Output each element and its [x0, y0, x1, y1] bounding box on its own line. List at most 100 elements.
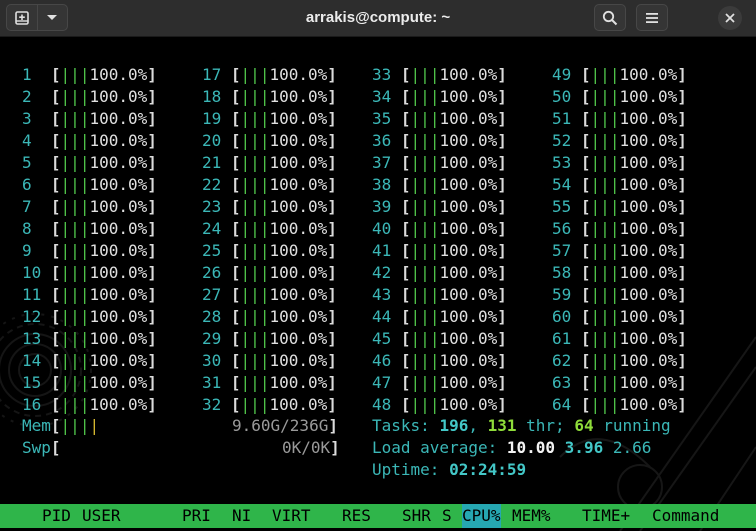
cpu-percent: 100.0% [89, 373, 148, 392]
menu-button[interactable] [636, 4, 668, 31]
cpu-meter: 57 [|||100.0%] [552, 241, 687, 260]
cpu-meter: 30 [|||100.0%] [202, 351, 337, 370]
cpu-bar: ||| [60, 307, 90, 326]
col-virt[interactable]: VIRT [272, 504, 311, 528]
cpu-percent: 100.0% [269, 395, 328, 414]
cpu-id: 15 [22, 373, 42, 392]
col-pri[interactable]: PRI [182, 504, 211, 528]
cpu-meter: 21 [|||100.0%] [202, 153, 337, 172]
cpu-id: 59 [552, 285, 572, 304]
cpu-bar: ||| [240, 395, 270, 414]
cpu-id: 7 [22, 197, 32, 216]
col-ni[interactable]: NI [232, 504, 251, 528]
cpu-id: 50 [552, 87, 572, 106]
cpu-meter: 32 [|||100.0%] [202, 395, 337, 414]
close-button[interactable] [718, 6, 742, 30]
cpu-bar: ||| [60, 263, 90, 282]
cpu-percent: 100.0% [619, 65, 678, 84]
col-command[interactable]: Command [652, 504, 719, 528]
cpu-meter: 61 [|||100.0%] [552, 329, 687, 348]
cpu-id: 21 [202, 153, 222, 172]
cpu-id: 64 [552, 395, 572, 414]
cpu-meter: 38 [|||100.0%] [372, 175, 507, 194]
col-mem[interactable]: MEM% [512, 504, 551, 528]
cpu-percent: 100.0% [269, 197, 328, 216]
cpu-meter: 15 [|||100.0%] [22, 373, 157, 392]
terminal[interactable]: 1 [|||100.0%] 2 [|||100.0%] 3 [|||100.0%] 4… [0, 37, 756, 531]
cpu-id: 26 [202, 263, 222, 282]
cpu-meter: 11 [|||100.0%] [22, 285, 157, 304]
col-res[interactable]: RES [342, 504, 371, 528]
cpu-percent: 100.0% [89, 329, 148, 348]
cpu-bar: ||| [590, 175, 620, 194]
threads-count: 131 [487, 416, 517, 435]
col-user[interactable]: USER [82, 504, 121, 528]
cpu-bar: ||| [60, 131, 90, 150]
cpu-percent: 100.0% [89, 87, 148, 106]
cpu-id: 49 [552, 65, 572, 84]
cpu-meter: 48 [|||100.0%] [372, 395, 507, 414]
search-icon [602, 10, 618, 25]
cpu-percent: 100.0% [269, 263, 328, 282]
cpu-meter: 52 [|||100.0%] [552, 131, 687, 150]
cpu-bar: ||| [410, 263, 440, 282]
swp-value: 0K/0K] [282, 438, 340, 457]
cpu-percent: 100.0% [439, 65, 498, 84]
cpu-bar: ||| [240, 87, 270, 106]
col-time[interactable]: TIME+ [582, 504, 630, 528]
cpu-percent: 100.0% [269, 109, 328, 128]
cpu-percent: 100.0% [89, 351, 148, 370]
cpu-bar: ||| [590, 219, 620, 238]
cpu-id: 61 [552, 329, 572, 348]
cpu-meter: 9 [|||100.0%] [22, 241, 157, 260]
cpu-percent: 100.0% [269, 65, 328, 84]
load-average-line: Load average: 10.00 3.96 2.66 [372, 438, 652, 457]
cpu-percent: 100.0% [269, 351, 328, 370]
cpu-id: 9 [22, 241, 32, 260]
cpu-id: 24 [202, 219, 222, 238]
cpu-percent: 100.0% [439, 351, 498, 370]
load-15: 2.66 [612, 438, 652, 457]
cpu-percent: 100.0% [269, 153, 328, 172]
cpu-meter: 51 [|||100.0%] [552, 109, 687, 128]
col-state[interactable]: S [442, 504, 452, 528]
cpu-id: 53 [552, 153, 572, 172]
cpu-id: 23 [202, 197, 222, 216]
cpu-id: 37 [372, 153, 392, 172]
cpu-meter: 3 [|||100.0%] [22, 109, 157, 128]
cpu-meter: 41 [|||100.0%] [372, 241, 507, 260]
cpu-id: 5 [22, 153, 32, 172]
col-cpu-sorted[interactable]: CPU% [462, 504, 501, 528]
cpu-percent: 100.0% [89, 175, 148, 194]
cpu-percent: 100.0% [439, 329, 498, 348]
cpu-meter: 44 [|||100.0%] [372, 307, 507, 326]
search-button[interactable] [594, 4, 626, 31]
cpu-percent: 100.0% [269, 241, 328, 260]
cpu-bar: ||| [240, 351, 270, 370]
cpu-percent: 100.0% [439, 197, 498, 216]
col-pid[interactable]: PID [42, 504, 71, 528]
cpu-id: 60 [552, 307, 572, 326]
cpu-meter: 39 [|||100.0%] [372, 197, 507, 216]
cpu-percent: 100.0% [269, 175, 328, 194]
cpu-bar: ||| [410, 65, 440, 84]
cpu-id: 38 [372, 175, 392, 194]
cpu-meter: 33 [|||100.0%] [372, 65, 507, 84]
cpu-percent: 100.0% [439, 87, 498, 106]
cpu-meter: 8 [|||100.0%] [22, 219, 157, 238]
cpu-id: 19 [202, 109, 222, 128]
cpu-id: 35 [372, 109, 392, 128]
cpu-percent: 100.0% [269, 307, 328, 326]
col-shr[interactable]: SHR [402, 504, 431, 528]
cpu-id: 63 [552, 373, 572, 392]
cpu-percent: 100.0% [439, 395, 498, 414]
cpu-id: 55 [552, 197, 572, 216]
cpu-percent: 100.0% [89, 131, 148, 150]
cpu-bar: ||| [410, 373, 440, 392]
cpu-meter: 18 [|||100.0%] [202, 87, 337, 106]
cpu-meter: 23 [|||100.0%] [202, 197, 337, 216]
cpu-percent: 100.0% [89, 285, 148, 304]
cpu-percent: 100.0% [439, 263, 498, 282]
cpu-id: 2 [22, 87, 32, 106]
cpu-id: 56 [552, 219, 572, 238]
